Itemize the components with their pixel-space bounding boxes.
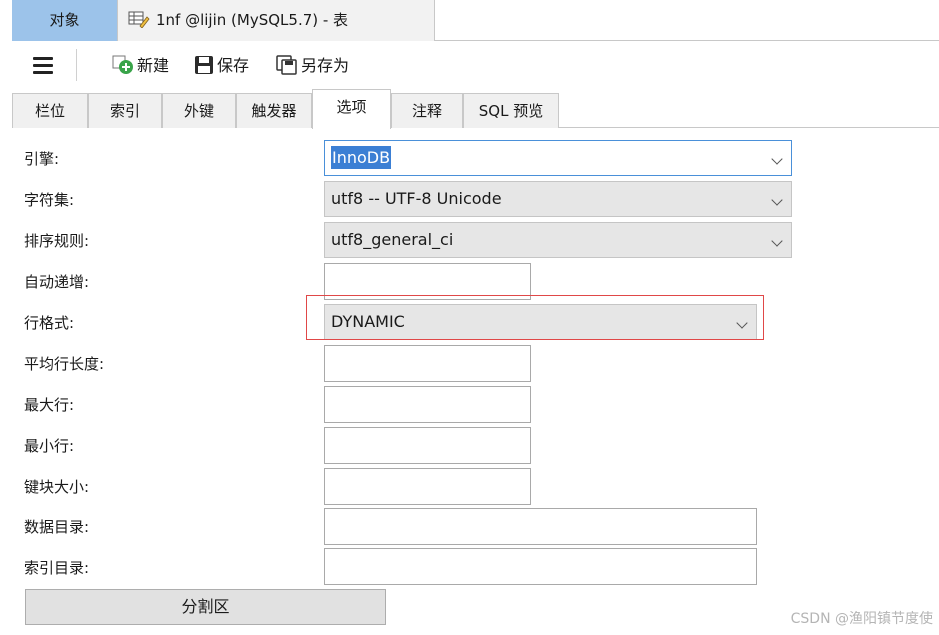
data-directory-label: 数据目录: [24,518,90,536]
avg-row-length-field[interactable] [324,345,531,382]
tab-comment[interactable]: 注释 [391,93,463,128]
key-block-size-label: 键块大小: [24,478,90,496]
tab-foreign-keys[interactable]: 外键 [162,93,236,128]
index-directory-label: 索引目录: [24,559,90,577]
tab-triggers[interactable]: 触发器 [236,93,312,128]
chevron-down-icon [771,194,783,206]
charset-select[interactable]: utf8 -- UTF-8 Unicode [324,181,792,217]
chevron-down-icon [736,317,748,329]
collation-value: utf8_general_ci [331,230,454,249]
engine-select[interactable]: InnoDB [324,140,792,176]
tab-objects[interactable]: 对象 [12,0,117,41]
designer-tab-bar: 栏位 索引 外键 触发器 选项 注释 SQL 预览 [12,89,939,129]
table-edit-icon [128,3,150,29]
collation-label: 排序规则: [24,232,90,250]
min-rows-label: 最小行: [24,437,75,455]
new-button[interactable]: 新建 [112,53,169,79]
save-button[interactable]: 保存 [194,53,249,79]
tab-options[interactable]: 选项 [312,89,391,129]
new-button-label: 新建 [137,56,170,75]
index-directory-field[interactable] [324,548,757,585]
toolbar-separator [76,49,77,81]
left-edge [0,0,12,41]
save-as-button-label: 另存为 [301,56,350,75]
hamburger-icon[interactable] [33,57,53,74]
auto-increment-label: 自动递增: [24,273,90,291]
save-as-button[interactable]: 另存为 [276,53,349,79]
chevron-down-icon [771,235,783,247]
row-format-select[interactable]: DYNAMIC [324,304,757,340]
avg-row-length-label: 平均行长度: [24,355,105,373]
engine-value: InnoDB [331,146,392,169]
row-format-label: 行格式: [24,314,75,332]
watermark: CSDN @渔阳镇节度使 [790,611,933,627]
save-as-icon [276,55,297,75]
tab-indexes[interactable]: 索引 [88,93,162,128]
partition-button[interactable]: 分割区 [25,589,386,625]
max-rows-label: 最大行: [24,396,75,414]
collation-select[interactable]: utf8_general_ci [324,222,792,258]
engine-label: 引擎: [24,150,60,168]
tab-sql-preview[interactable]: SQL 预览 [463,93,559,128]
max-rows-field[interactable] [324,386,531,423]
key-block-size-field[interactable] [324,468,531,505]
save-button-label: 保存 [217,56,250,75]
toolbar: 新建 保存 另存为 [0,41,939,89]
tab-table-design-label: 1nf @lijin (MySQL5.7) - 表 [156,11,349,29]
auto-increment-field[interactable] [324,263,531,300]
add-icon [112,55,133,74]
chevron-down-icon [771,153,783,165]
data-directory-field[interactable] [324,508,757,545]
min-rows-field[interactable] [324,427,531,464]
save-icon [195,56,213,74]
charset-value: utf8 -- UTF-8 Unicode [331,189,502,208]
tab-table-design[interactable]: 1nf @lijin (MySQL5.7) - 表 [117,0,435,41]
charset-label: 字符集: [24,191,75,209]
window-tab-bar: 对象 1nf @lijin (MySQL5.7) - 表 [0,0,939,41]
tab-fields[interactable]: 栏位 [12,93,88,128]
row-format-value: DYNAMIC [331,312,405,331]
